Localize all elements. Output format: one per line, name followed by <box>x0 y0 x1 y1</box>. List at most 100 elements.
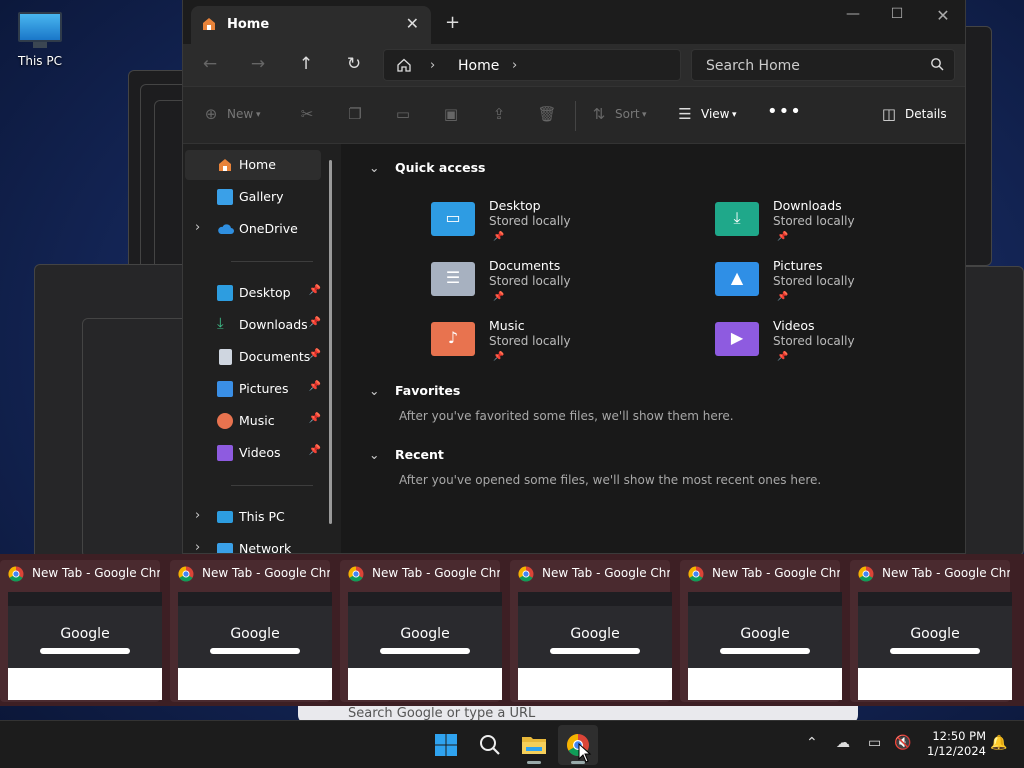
sidebar-item-label: Downloads <box>239 317 308 332</box>
sidebar-item-pictures[interactable]: Pictures 📌 <box>185 374 321 404</box>
recent-header[interactable]: ⌄ Recent <box>369 447 444 462</box>
chrome-window-thumbnail[interactable]: New Tab - Google Chr... Google <box>510 560 672 702</box>
sidebar-item-downloads[interactable]: ⤓ Downloads 📌 <box>185 310 321 340</box>
sidebar-item-onedrive[interactable]: › OneDrive <box>185 214 321 244</box>
sidebar-divider <box>231 485 313 486</box>
minimize-button[interactable]: — <box>833 6 873 26</box>
chevron-down-icon: ⌄ <box>369 447 380 462</box>
sidebar-item-label: Desktop <box>239 285 291 300</box>
chrome-window-thumbnail[interactable]: New Tab - Google Chr... Google <box>170 560 332 702</box>
sidebar-item-label: Documents <box>239 349 311 364</box>
view-button[interactable]: View <box>701 107 729 121</box>
chrome-window-thumbnail[interactable]: New Tab - Google Chr... Google <box>680 560 842 702</box>
breadcrumb-home[interactable]: Home <box>458 58 499 74</box>
chrome-window-thumbnail[interactable]: New Tab - Google Chr... Google <box>0 560 162 702</box>
item-status: Stored locally <box>489 214 571 228</box>
thumbnail-preview: Google <box>858 592 1012 700</box>
sidebar-item-home[interactable]: Home <box>185 150 321 180</box>
sort-button[interactable]: Sort <box>615 107 640 121</box>
chrome-icon <box>178 566 194 582</box>
quick-access-item-desktop[interactable]: ▭ Desktop Stored locally 📌 <box>431 196 631 250</box>
quick-access-header[interactable]: ⌄ Quick access <box>369 160 486 175</box>
details-button[interactable]: Details <box>905 107 947 121</box>
thumbnail-preview: Google <box>8 592 162 700</box>
copy-icon[interactable]: ❐ <box>345 105 365 125</box>
item-name: Downloads <box>773 198 842 213</box>
new-tab-button[interactable]: + <box>445 12 460 33</box>
file-explorer-taskbar-button[interactable] <box>514 725 554 765</box>
item-status: Stored locally <box>489 334 571 348</box>
favorites-header[interactable]: ⌄ Favorites <box>369 383 460 398</box>
refresh-button[interactable]: ↻ <box>341 54 367 76</box>
sidebar-item-network[interactable]: › Network <box>185 534 321 553</box>
google-logo: Google <box>740 626 790 642</box>
monitor-icon <box>18 12 62 42</box>
up-button[interactable]: ↑ <box>293 54 319 76</box>
desktop-icon-this-pc[interactable]: This PC <box>12 8 68 68</box>
chrome-window-thumbnail[interactable]: New Tab - Google Chr... Google <box>340 560 502 702</box>
network-status-icon[interactable]: ▭ <box>868 735 881 751</box>
sidebar-item-this-pc[interactable]: › This PC <box>185 502 321 532</box>
download-icon: ⤓ <box>217 314 224 332</box>
address-bar[interactable]: › Home › <box>383 49 681 81</box>
start-button[interactable] <box>426 725 466 765</box>
volume-muted-icon[interactable]: 🔇 <box>894 735 911 751</box>
more-options-icon[interactable]: ••• <box>767 101 802 122</box>
network-icon <box>217 543 233 553</box>
new-button[interactable]: New <box>227 107 253 121</box>
chevron-right-icon[interactable]: › <box>195 220 200 235</box>
close-tab-icon[interactable]: ✕ <box>406 14 419 33</box>
view-icon: ☰ <box>678 105 692 123</box>
delete-icon[interactable]: 🗑 <box>537 105 557 125</box>
chevron-right-icon[interactable]: › <box>512 58 517 73</box>
background-window[interactable] <box>82 318 192 558</box>
quick-access-item-music[interactable]: ♪ Music Stored locally 📌 <box>431 316 631 370</box>
quick-access-item-videos[interactable]: ▶ Videos Stored locally 📌 <box>715 316 915 370</box>
sidebar-item-documents[interactable]: Documents 📌 <box>185 342 321 372</box>
back-button[interactable]: ← <box>197 54 223 76</box>
sidebar-item-label: Music <box>239 413 275 428</box>
sidebar-item-desktop[interactable]: Desktop 📌 <box>185 278 321 308</box>
pin-icon: 📌 <box>308 317 321 328</box>
google-logo: Google <box>910 626 960 642</box>
sort-dropdown-chevron-icon: ▾ <box>642 110 647 120</box>
recent-title: Recent <box>395 447 444 462</box>
navigation-bar: ← → ↑ ↻ › Home › Search Home <box>183 44 965 86</box>
chevron-right-icon[interactable]: › <box>430 58 435 73</box>
sidebar-item-videos[interactable]: Videos 📌 <box>185 438 321 468</box>
chevron-right-icon[interactable]: › <box>195 540 200 553</box>
search-box[interactable]: Search Home <box>691 49 955 81</box>
tab-home[interactable]: Home ✕ <box>191 6 431 44</box>
show-hidden-icons-chevron-icon[interactable]: ⌃ <box>806 735 818 751</box>
google-logo: Google <box>570 626 620 642</box>
chevron-right-icon[interactable]: › <box>195 508 200 523</box>
sidebar-item-music[interactable]: Music 📌 <box>185 406 321 436</box>
pin-icon: 📌 <box>308 381 321 392</box>
sidebar-scrollbar[interactable] <box>329 160 332 524</box>
system-clock[interactable]: 12:50 PM 1/12/2024 <box>916 729 986 759</box>
downloads-folder-icon: ⤓ <box>715 202 759 236</box>
chrome-window-thumbnail[interactable]: New Tab - Google Chr... Google <box>850 560 1012 702</box>
quick-access-item-pictures[interactable]: ▲ Pictures Stored locally 📌 <box>715 256 915 310</box>
pictures-folder-icon: ▲ <box>715 262 759 296</box>
chrome-search-placeholder: Search Google or type a URL <box>348 706 536 721</box>
notification-bell-icon[interactable]: 🔔 <box>990 735 1007 751</box>
quick-access-item-documents[interactable]: ☰ Documents Stored locally 📌 <box>431 256 631 310</box>
quick-access-item-downloads[interactable]: ⤓ Downloads Stored locally 📌 <box>715 196 915 250</box>
paste-icon[interactable]: ▭ <box>393 105 413 125</box>
sidebar-item-gallery[interactable]: Gallery <box>185 182 321 212</box>
sidebar-item-label: Pictures <box>239 381 289 396</box>
onedrive-status-icon[interactable]: ☁ <box>836 735 850 751</box>
thumbnail-preview: Google <box>688 592 842 700</box>
taskbar-search-button[interactable] <box>470 725 510 765</box>
maximize-button[interactable]: ☐ <box>877 6 917 26</box>
share-icon[interactable]: ⇪ <box>489 105 509 125</box>
rename-icon[interactable]: ▣ <box>441 105 461 125</box>
close-window-button[interactable]: ✕ <box>923 6 963 26</box>
favorites-empty-message: After you've favorited some files, we'll… <box>399 409 734 423</box>
cut-icon[interactable]: ✂ <box>297 105 317 125</box>
search-placeholder: Search Home <box>706 58 800 74</box>
background-window[interactable] <box>960 266 1024 556</box>
forward-button[interactable]: → <box>245 54 271 76</box>
cloud-icon <box>217 221 234 237</box>
